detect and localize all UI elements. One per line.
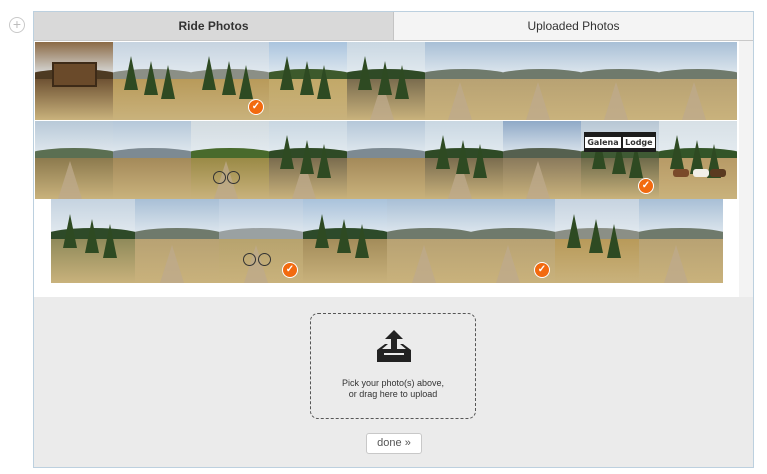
photo-trail [448,82,473,120]
photo-trail [58,161,83,199]
photo-thumbnail[interactable]: ✓ [471,199,555,283]
checkmark-icon: ✓ [638,178,654,194]
photo-tree [84,219,99,254]
photo-thumbnail[interactable] [35,42,113,120]
photo-thumbnail[interactable] [51,199,135,283]
photo-tree [566,214,581,249]
photo-trail [664,245,689,283]
photo-tree [123,56,138,91]
photo-thumbnail[interactable] [659,121,737,199]
lodge-sign-word: Galena [585,136,621,148]
photo-grid: ✓ Galena Lodge ✓ ✓ ✓ [34,41,739,297]
photo-tree [161,65,176,100]
photo-thumbnail[interactable] [503,121,581,199]
photo-thumbnail[interactable] [191,121,269,199]
photo-bike-wheel [242,252,256,266]
photo-trail [682,82,707,120]
photo-trail [160,245,185,283]
dropzone-instructions: Pick your photo(s) above, or drag here t… [311,378,475,400]
photo-thumbnail[interactable] [387,199,471,283]
photo-tree [239,65,254,100]
photo-lodge-sign: Galena Lodge [584,131,656,153]
grid-scrollbar-track[interactable] [739,41,753,297]
photo-thumbnail[interactable] [269,121,347,199]
photo-thumbnail[interactable] [347,121,425,199]
photo-bike-wheel [226,170,240,184]
photo-tree [279,56,294,91]
photo-picker-panel: Ride Photos Uploaded Photos ✓ Galena Lodge… [33,11,754,468]
photo-tree [103,224,118,259]
photo-thumbnail[interactable] [35,121,113,199]
photo-trail [496,245,521,283]
photo-thumbnail[interactable] [555,199,639,283]
photo-thumbnail[interactable] [113,42,191,120]
photo-horse [693,169,710,178]
photo-trail [604,82,629,120]
checkmark-icon: ✓ [282,262,298,278]
photo-thumbnail[interactable] [135,199,219,283]
tab-uploaded-photos[interactable]: Uploaded Photos [394,12,753,41]
photo-trail-sign [52,61,97,88]
photo-tree [62,214,77,249]
photo-horse [710,169,727,178]
photo-thumbnail[interactable] [639,199,723,283]
photo-thumbnail[interactable] [269,42,347,120]
photo-thumbnail[interactable] [113,121,191,199]
photo-tree [435,135,450,170]
photo-thumbnail[interactable] [425,42,503,120]
add-circle-icon[interactable]: + [9,17,25,33]
photo-ground [347,158,425,199]
checkmark-icon: ✓ [248,99,264,115]
photo-thumbnail[interactable] [347,42,425,120]
photo-tree [279,135,294,170]
photo-ground [113,158,191,199]
photo-tree [201,56,216,91]
photo-thumbnail[interactable] [425,121,503,199]
photo-tree [336,219,351,254]
done-button[interactable]: done » [366,433,422,454]
photo-thumbnail[interactable] [503,42,581,120]
photo-tree [300,60,315,95]
photo-tree [144,60,159,95]
tab-ride-photos[interactable]: Ride Photos [34,12,394,41]
tab-bar: Ride Photos Uploaded Photos [34,12,753,41]
photo-thumbnail[interactable]: Galena Lodge ✓ [581,121,659,199]
photo-thumbnail[interactable] [581,42,659,120]
photo-horse [673,169,690,178]
photo-tree [669,135,684,170]
photo-tree [395,65,410,100]
photo-tree [357,56,372,91]
photo-tree [300,139,315,174]
lodge-sign-word: Lodge [623,136,655,148]
photo-tree [473,144,488,179]
photo-tree [317,65,332,100]
photo-trail [526,82,551,120]
photo-thumbnail[interactable]: ✓ [219,199,303,283]
upload-tray-icon [377,330,411,362]
photo-tree [456,139,471,174]
photo-tree [222,60,237,95]
photo-tree [588,219,603,254]
photo-tree [378,60,393,95]
photo-trail [526,161,551,199]
photo-tree [607,224,622,259]
photo-tree [355,224,370,259]
photo-tree [317,144,332,179]
photo-bike-wheel [212,170,226,184]
dropzone-line-2: or drag here to upload [348,389,438,399]
photo-tree [314,214,329,249]
photo-thumbnail[interactable]: ✓ [191,42,269,120]
dropzone-line-1: Pick your photo(s) above, [341,378,445,388]
photo-thumbnail[interactable] [659,42,737,120]
upload-dropzone[interactable]: Pick your photo(s) above, or drag here t… [310,313,476,419]
checkmark-icon: ✓ [534,262,550,278]
photo-bike-wheel [257,252,271,266]
photo-thumbnail[interactable] [303,199,387,283]
photo-trail [412,245,437,283]
